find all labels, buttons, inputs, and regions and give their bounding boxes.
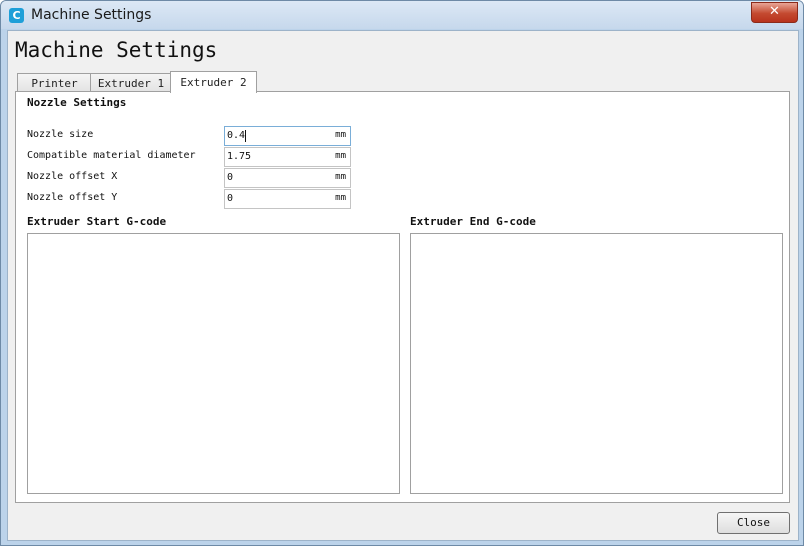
nozzle-offset-x-label: Nozzle offset X [27, 171, 118, 182]
nozzle-offset-x-input[interactable] [227, 170, 327, 185]
end-gcode-heading: Extruder End G-code [410, 215, 536, 228]
dialog-body: Machine Settings Printer Extruder 1 Extr… [7, 30, 799, 541]
close-button[interactable]: Close [717, 512, 790, 534]
tab-extruder-2[interactable]: Extruder 2 [170, 71, 257, 93]
material-diameter-field[interactable]: mm [224, 147, 351, 167]
material-diameter-label: Compatible material diameter [27, 150, 196, 161]
nozzle-size-unit: mm [335, 130, 346, 140]
cura-app-icon: C [9, 8, 24, 23]
material-diameter-unit: mm [335, 151, 346, 161]
nozzle-offset-y-label: Nozzle offset Y [27, 192, 118, 203]
start-gcode-editor[interactable] [27, 233, 400, 494]
window-close-button[interactable]: ✕ [751, 2, 798, 23]
material-diameter-input[interactable] [227, 149, 327, 164]
title-bar[interactable]: C Machine Settings ✕ [1, 1, 803, 29]
nozzle-size-label: Nozzle size [27, 129, 94, 140]
tab-printer[interactable]: Printer [17, 73, 92, 93]
tab-extruder-1[interactable]: Extruder 1 [90, 73, 172, 93]
nozzle-offset-y-field[interactable]: mm [224, 189, 351, 209]
nozzle-offset-y-input[interactable] [227, 191, 327, 206]
nozzle-offset-x-field[interactable]: mm [224, 168, 351, 188]
nozzle-size-input[interactable] [227, 128, 327, 143]
extruder-2-panel: Nozzle Settings Nozzle size mm Compatibl… [15, 91, 790, 503]
window-title: Machine Settings [31, 7, 152, 23]
page-title: Machine Settings [15, 38, 218, 62]
nozzle-offset-y-unit: mm [335, 193, 346, 203]
nozzle-size-field[interactable]: mm [224, 126, 351, 146]
machine-settings-window: C Machine Settings ✕ Machine Settings Pr… [0, 0, 804, 546]
nozzle-offset-x-unit: mm [335, 172, 346, 182]
start-gcode-heading: Extruder Start G-code [27, 215, 167, 228]
text-caret [245, 130, 246, 142]
nozzle-settings-heading: Nozzle Settings [27, 96, 127, 109]
end-gcode-editor[interactable] [410, 233, 783, 494]
